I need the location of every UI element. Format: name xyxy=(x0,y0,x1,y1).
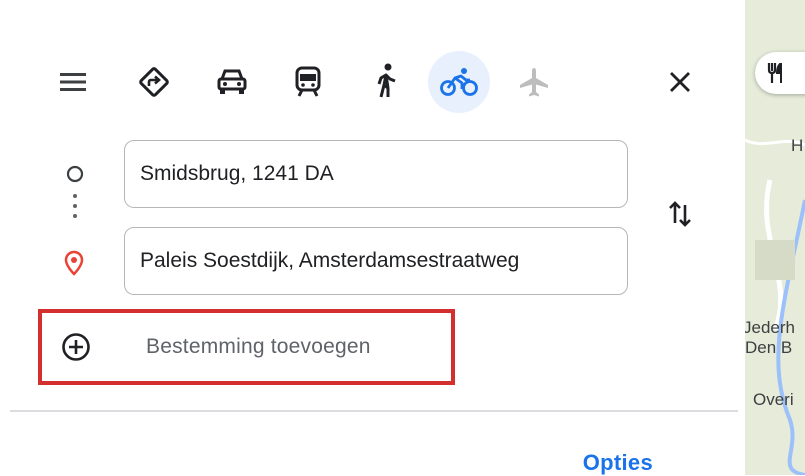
origin-circle-icon xyxy=(64,163,86,185)
airplane-icon[interactable] xyxy=(512,60,556,104)
add-destination-button[interactable]: Bestemming toevoegen xyxy=(38,309,455,385)
origin-field[interactable] xyxy=(124,140,628,208)
restaurant-chip[interactable] xyxy=(755,52,805,94)
directions-panel: Bestemming toevoegen Opties xyxy=(0,0,745,475)
menu-icon[interactable] xyxy=(55,64,91,100)
swap-icon[interactable] xyxy=(660,194,700,234)
origin-input[interactable] xyxy=(125,141,627,207)
add-circle-icon xyxy=(60,331,92,363)
route-dots xyxy=(73,194,78,224)
car-icon[interactable] xyxy=(210,60,254,104)
map-view[interactable]: H Jederh Den B Overi xyxy=(745,0,805,475)
add-destination-label: Bestemming toevoegen xyxy=(146,335,371,358)
options-link[interactable]: Opties xyxy=(583,450,653,476)
divider xyxy=(10,410,738,412)
directions-diamond-icon[interactable] xyxy=(132,60,176,104)
destination-field[interactable] xyxy=(124,227,628,295)
map-label: H xyxy=(791,136,804,155)
map-label: Den B xyxy=(745,338,793,357)
map-label: Jederh xyxy=(745,318,795,337)
train-icon[interactable] xyxy=(286,60,330,104)
bicycle-icon[interactable] xyxy=(428,51,490,113)
restaurant-icon xyxy=(765,62,787,84)
close-icon[interactable] xyxy=(660,62,700,102)
destination-pin-icon xyxy=(62,249,86,277)
walking-icon[interactable] xyxy=(364,58,408,104)
map-label: Overi xyxy=(753,390,794,409)
destination-input[interactable] xyxy=(125,228,627,294)
